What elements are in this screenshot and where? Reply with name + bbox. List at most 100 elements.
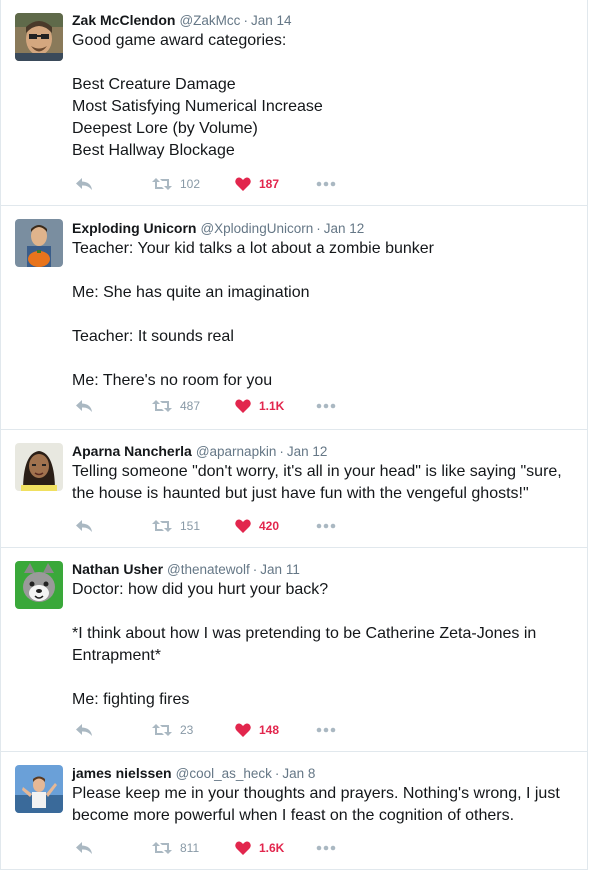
retweet-icon — [152, 519, 172, 533]
tweet-date[interactable]: Jan 14 — [251, 13, 292, 28]
author-name[interactable]: Aparna Nancherla — [72, 443, 192, 459]
like-button[interactable]: 1.6K — [235, 838, 284, 858]
tweet-text: Telling someone "don't worry, it's all i… — [72, 461, 575, 505]
tweet[interactable]: Exploding Unicorn @XplodingUnicorn · Jan 12… — [1, 206, 587, 430]
tweet-text-line: become more powerful when I feast on the… — [72, 807, 515, 824]
like-count: 1.6K — [259, 841, 285, 855]
tweet-text-line — [72, 52, 575, 74]
retweet-icon — [152, 399, 172, 413]
retweet-icon — [152, 723, 172, 737]
reply-button[interactable] — [75, 516, 93, 536]
author-name[interactable]: james nielssen — [72, 765, 172, 781]
author-handle[interactable]: @XplodingUnicorn — [200, 221, 313, 236]
avatar[interactable] — [15, 765, 63, 813]
more-button[interactable] — [316, 516, 336, 536]
tweet-date[interactable]: Jan 12 — [287, 444, 328, 459]
author-handle[interactable]: @aparnapkin — [196, 444, 277, 459]
author-handle[interactable]: @ZakMcc — [179, 13, 240, 28]
reply-arrow-icon — [75, 519, 93, 533]
separator-dot: · — [243, 13, 248, 28]
retweet-count: 102 — [180, 177, 201, 191]
tweet-header: james nielssen @cool_as_heck · Jan 8 — [72, 764, 575, 783]
tweet-text-line — [72, 667, 575, 689]
reply-button[interactable] — [75, 396, 93, 416]
retweet-button[interactable]: 23 — [152, 720, 193, 740]
author-handle[interactable]: @cool_as_heck — [176, 766, 272, 781]
heart-icon — [235, 399, 251, 413]
avatar[interactable] — [15, 13, 63, 61]
retweet-button[interactable]: 102 — [152, 174, 200, 194]
tweet-text-line: *I think about how I was pretending to b… — [72, 625, 537, 642]
tweet-date[interactable]: Jan 12 — [324, 221, 365, 236]
tweet-text-line — [72, 304, 575, 326]
tweet-text-line: Good game award categories: — [72, 32, 287, 49]
tweet-text: Good game award categories: Best Creatur… — [72, 30, 575, 162]
tweet[interactable]: Aparna Nancherla @aparnapkin · Jan 12 Telli… — [1, 430, 587, 548]
reply-button[interactable] — [75, 720, 93, 740]
tweet-text-line: the house is haunted but just have fun w… — [72, 485, 529, 502]
tweet-text-line: Doctor: how did you hurt your back? — [72, 581, 329, 598]
tweet[interactable]: Zak McClendon @ZakMcc · Jan 14 Good game aw… — [1, 0, 587, 206]
tweet-text: Teacher: Your kid talks a lot about a zo… — [72, 238, 575, 392]
separator-dot: · — [274, 766, 280, 781]
tweet-text-line: Teacher: It sounds real — [72, 328, 234, 345]
reply-arrow-icon — [75, 841, 93, 855]
tweet-text-line: Me: fighting fires — [72, 691, 190, 708]
tweet-text-line: Please keep me in your thoughts and pray… — [72, 785, 560, 802]
reply-arrow-icon — [75, 399, 93, 413]
tweet-header: Nathan Usher @thenatewolf · Jan 11 — [72, 560, 575, 579]
more-dots-icon — [316, 181, 336, 187]
more-dots-icon — [316, 845, 336, 851]
author-name[interactable]: Nathan Usher — [72, 561, 163, 577]
tweet-text-line: Entrapment* — [72, 647, 161, 664]
tweet-text-line: Most Satisfying Numerical Increase — [72, 98, 323, 115]
avatar[interactable] — [15, 219, 63, 267]
retweet-icon — [152, 841, 172, 855]
reply-button[interactable] — [75, 838, 93, 858]
separator-dot: · — [252, 562, 258, 577]
retweet-button[interactable]: 151 — [152, 516, 200, 536]
like-button[interactable]: 1.1K — [235, 396, 284, 416]
retweet-count: 23 — [180, 723, 194, 737]
like-button[interactable]: 187 — [235, 174, 279, 194]
more-button[interactable] — [316, 720, 336, 740]
like-button[interactable]: 148 — [235, 720, 279, 740]
tweet-text-line: Telling someone "don't worry, it's all i… — [72, 463, 562, 480]
tweet-text-line: Teacher: Your kid talks a lot about a zo… — [72, 240, 434, 257]
retweet-button[interactable]: 487 — [152, 396, 200, 416]
tweet-text-line: Me: There's no room for you — [72, 372, 273, 389]
more-button[interactable] — [316, 396, 336, 416]
tweet-text-line: Deepest Lore (by Volume) — [72, 120, 258, 137]
tweet-text-line: Me: She has quite an imagination — [72, 284, 310, 301]
retweet-button[interactable]: 811 — [152, 838, 199, 858]
tweet-date[interactable]: Jan 8 — [282, 766, 315, 781]
avatar[interactable] — [15, 443, 63, 491]
heart-icon — [235, 841, 251, 855]
author-name[interactable]: Exploding Unicorn — [72, 220, 196, 236]
retweet-count: 811 — [180, 841, 200, 855]
author-handle[interactable]: @thenatewolf — [167, 562, 250, 577]
tweet-text-line: Best Creature Damage — [72, 76, 236, 93]
tweet-date[interactable]: Jan 11 — [260, 562, 300, 577]
tweet-header: Aparna Nancherla @aparnapkin · Jan 12 — [72, 442, 575, 461]
retweet-count: 487 — [180, 399, 201, 413]
separator-dot: · — [316, 221, 321, 236]
like-count: 1.1K — [259, 399, 285, 413]
heart-icon — [235, 177, 251, 191]
more-dots-icon — [316, 727, 336, 733]
tweet[interactable]: james nielssen @cool_as_heck · Jan 8 Please… — [1, 752, 587, 870]
reply-arrow-icon — [75, 177, 93, 191]
like-button[interactable]: 420 — [235, 516, 279, 536]
tweet[interactable]: Nathan Usher @thenatewolf · Jan 11 Doctor: … — [1, 548, 587, 752]
reply-button[interactable] — [75, 174, 93, 194]
like-count: 187 — [259, 177, 280, 191]
avatar[interactable] — [15, 561, 63, 609]
tweet-text: Please keep me in your thoughts and pray… — [72, 783, 575, 827]
tweet-timeline: Zak McClendon @ZakMcc · Jan 14 Good game aw… — [0, 0, 588, 870]
reply-arrow-icon — [75, 723, 93, 737]
tweet-text-line — [72, 348, 575, 370]
more-button[interactable] — [316, 174, 336, 194]
heart-icon — [235, 519, 251, 533]
author-name[interactable]: Zak McClendon — [72, 12, 175, 28]
more-button[interactable] — [316, 838, 336, 858]
